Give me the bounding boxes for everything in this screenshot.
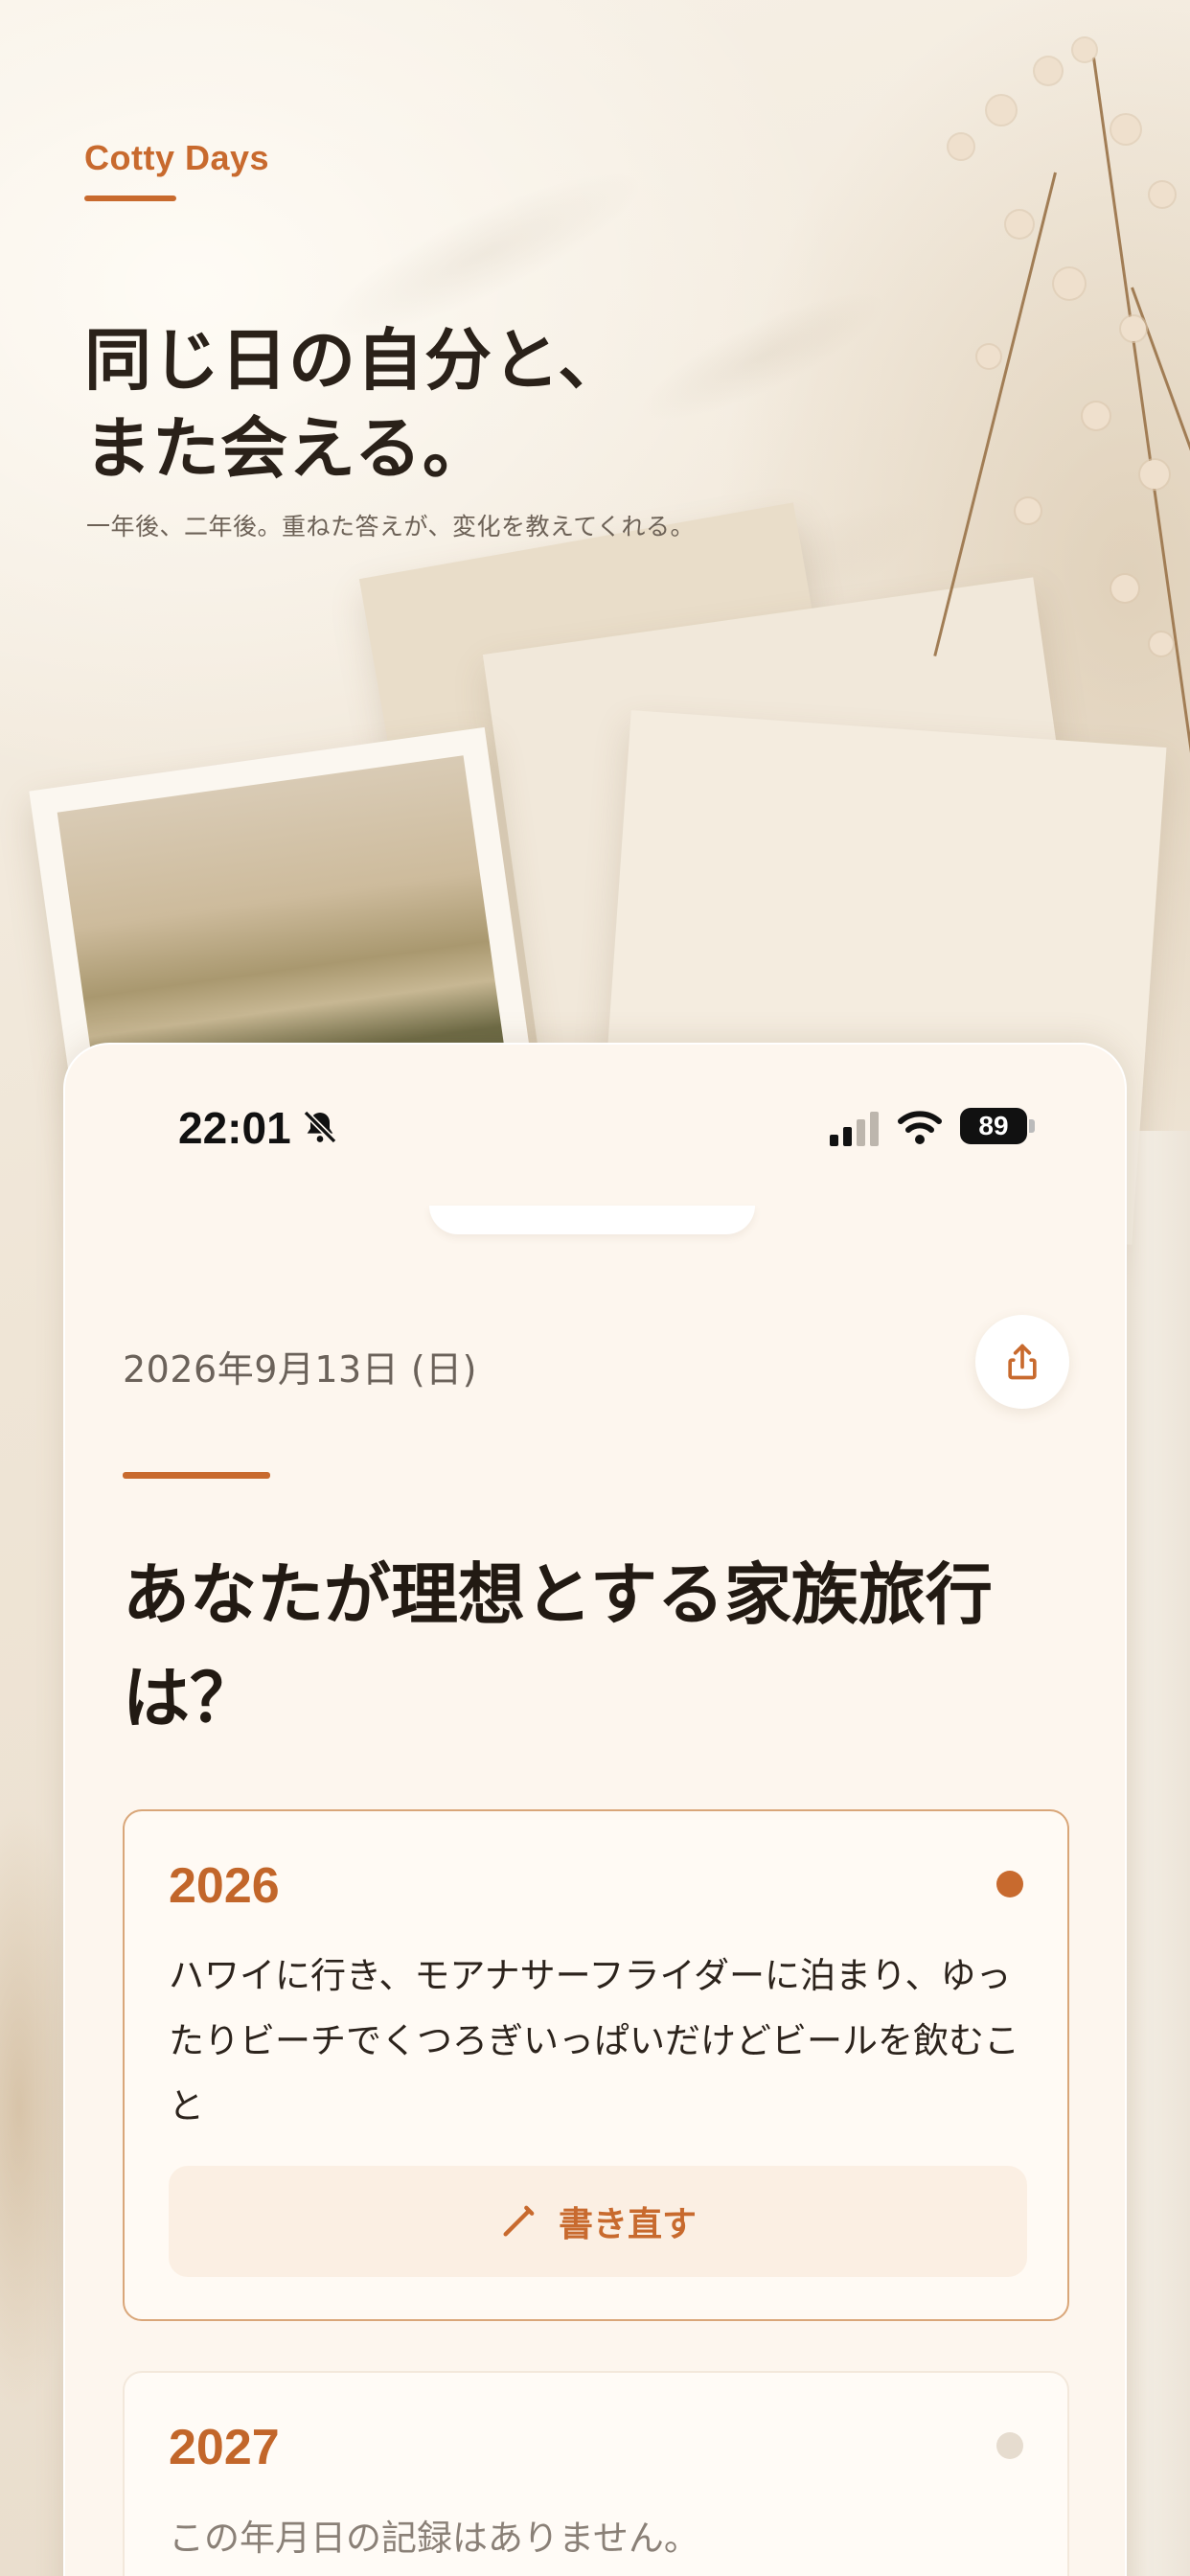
sheet-handle	[429, 1206, 755, 1234]
phone-screen: 22:01 89 2026年9月13日 (日) あなたが理想とする家族旅行は？ …	[63, 1043, 1127, 2576]
headline-line-1: 同じ日の自分と、	[84, 321, 627, 400]
hero-subline: 一年後、二年後。重ねた答えが、変化を教えてくれる。	[86, 513, 696, 540]
entry-card-2026: 2026 ハワイに行き、モアナサーフライダーに泊まり、ゆったりビーチでくつろぎい…	[123, 1809, 1069, 2321]
entry-year: 2026	[169, 1858, 280, 1914]
bell-slash-icon	[303, 1110, 337, 1144]
question-accent-line	[123, 1472, 270, 1479]
brand-underline	[84, 196, 176, 201]
entry-answer: ハワイに行き、モアナサーフライダーに泊まり、ゆったりビーチでくつろぎいっぱいだけ…	[169, 1955, 1019, 2127]
entry-year: 2027	[169, 2420, 280, 2475]
entry-date: 2026年9月13日 (日)	[123, 1348, 477, 1391]
status-dot	[996, 2432, 1023, 2459]
battery-icon: 89	[960, 1108, 1027, 1144]
rewrite-button[interactable]: 書き直す	[169, 2166, 1027, 2277]
share-button[interactable]	[975, 1315, 1069, 1409]
status-dot	[996, 1871, 1023, 1898]
question-title: あなたが理想とする家族旅行は？	[123, 1555, 993, 1737]
battery-tip	[1029, 1119, 1035, 1133]
headline-line-2: また会える。	[84, 409, 491, 488]
share-icon	[1008, 1344, 1037, 1380]
empty-entry-message: この年月日の記録はありません。	[169, 2518, 699, 2559]
pencil-icon	[503, 2205, 535, 2237]
wifi-icon	[898, 1111, 942, 1144]
brand-logo: Cotty Days	[84, 138, 270, 177]
status-time: 22:01	[178, 1103, 291, 1153]
entry-card-2027[interactable]: 2027 この年月日の記録はありません。	[123, 2371, 1069, 2576]
rewrite-button-label: 書き直す	[558, 2205, 697, 2244]
signal-icon	[830, 1112, 879, 1146]
hero-headline: 同じ日の自分と、 また会える。	[84, 316, 626, 493]
